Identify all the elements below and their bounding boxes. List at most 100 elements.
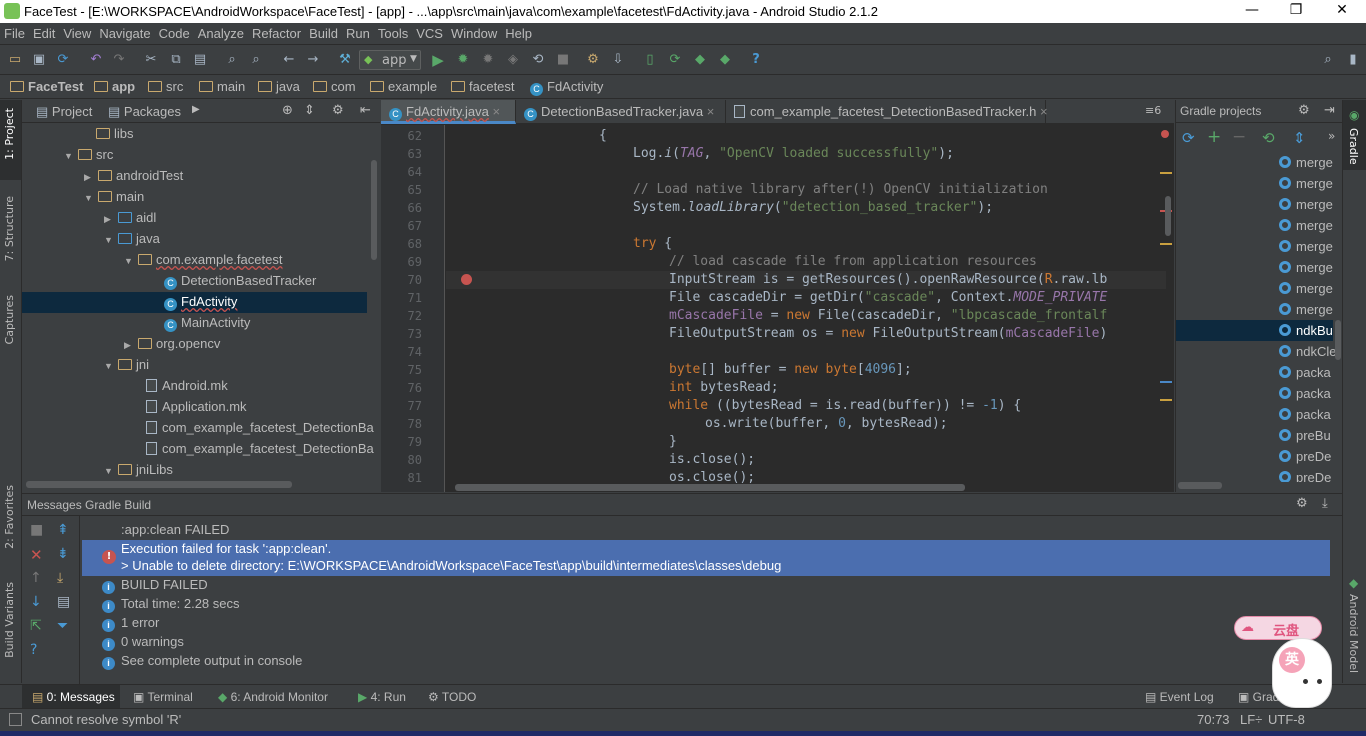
tab-project[interactable]: 1: Project bbox=[3, 108, 16, 160]
error-stripe-icon[interactable] bbox=[1161, 130, 1169, 138]
chevron-right-icon[interactable]: ▶ bbox=[84, 167, 98, 188]
tree-item-main[interactable]: ▼ main bbox=[84, 186, 144, 207]
menu-build[interactable]: Build bbox=[305, 23, 342, 41]
tree-item-jni[interactable]: ▼ jni bbox=[104, 354, 149, 375]
debug-icon[interactable]: ✹ bbox=[455, 52, 471, 68]
warning-marker[interactable] bbox=[1160, 399, 1172, 401]
breadcrumb-facetest[interactable]: FaceTest bbox=[10, 79, 83, 94]
tree-item-fdactivity[interactable]: C FdActivity bbox=[164, 291, 237, 312]
tab-terminal[interactable]: ▣ Terminal bbox=[133, 690, 193, 704]
code-line[interactable]: { bbox=[599, 128, 607, 143]
add-icon[interactable]: + bbox=[1207, 127, 1221, 147]
code-line[interactable]: System.loadLibrary("detection_based_trac… bbox=[633, 200, 993, 215]
project-structure-icon[interactable]: ⚙ bbox=[585, 52, 601, 68]
code-line[interactable]: } bbox=[669, 434, 677, 449]
redo-icon[interactable]: ↷ bbox=[111, 52, 127, 68]
tab-run[interactable]: ▶ 4: Run bbox=[358, 690, 406, 704]
tree-item-aidl[interactable]: ▶ aidl bbox=[104, 207, 156, 228]
tab-project-view[interactable]: ▤ Project bbox=[36, 104, 92, 120]
menu-help[interactable]: Help bbox=[501, 23, 536, 41]
message-row[interactable]: i1 error bbox=[102, 615, 159, 632]
paste-icon[interactable]: ▤ bbox=[192, 52, 208, 68]
code-line[interactable]: byte[] buffer = new byte[4096]; bbox=[669, 362, 912, 377]
stop-icon[interactable]: ■ bbox=[555, 52, 571, 68]
tree-item-androidtest[interactable]: ▶ androidTest bbox=[84, 165, 183, 186]
tree-item-mainactivity[interactable]: C MainActivity bbox=[164, 312, 250, 333]
profile-icon[interactable]: ✹ bbox=[480, 52, 496, 68]
android-sdk-icon[interactable]: ◆ bbox=[717, 52, 733, 68]
forward-icon[interactable]: → bbox=[305, 52, 321, 68]
gradle-task-item[interactable]: preDe bbox=[1279, 467, 1331, 482]
save-icon[interactable]: ▣ bbox=[31, 52, 47, 68]
tree-item-header-file-2[interactable]: com_example_facetest_DetectionBa bbox=[146, 438, 374, 459]
sync-gradle-icon[interactable]: ⟳ bbox=[667, 52, 683, 68]
gradle-task-item[interactable]: merge bbox=[1279, 152, 1333, 173]
code-line[interactable]: FileOutputStream os = new FileOutputStre… bbox=[669, 326, 1107, 341]
cut-icon[interactable]: ✂ bbox=[143, 52, 159, 68]
gradle-task-item[interactable]: merge bbox=[1279, 236, 1333, 257]
menu-file[interactable]: File bbox=[0, 23, 29, 41]
tree-item-jnilibs[interactable]: ▼ jniLibs bbox=[104, 459, 173, 480]
settings-gear-icon[interactable]: ⚙ bbox=[1296, 496, 1308, 511]
down-arrow-icon[interactable]: ↓ bbox=[30, 594, 42, 610]
code-line[interactable]: os.close(); bbox=[669, 470, 755, 485]
gradle-horizontal-scrollbar[interactable] bbox=[1178, 482, 1222, 489]
tab-android-model[interactable]: Android Model bbox=[1347, 594, 1360, 679]
help-icon[interactable]: ? bbox=[30, 642, 37, 658]
message-row[interactable]: i See complete output in console bbox=[102, 653, 302, 670]
tree-item-libs[interactable]: libs bbox=[82, 123, 134, 144]
gradle-task-item[interactable]: packa bbox=[1279, 362, 1331, 383]
tree-item-application-mk[interactable]: Application.mk bbox=[146, 396, 247, 417]
code-line[interactable]: os.write(buffer, 0, bytesRead); bbox=[705, 416, 948, 431]
back-icon[interactable]: ← bbox=[281, 52, 297, 68]
menu-tools[interactable]: Tools bbox=[374, 23, 412, 41]
more-tabs-icon[interactable]: ▶ bbox=[192, 104, 200, 115]
menu-run[interactable]: Run bbox=[342, 23, 374, 41]
tab-android-monitor[interactable]: ◆ 6: Android Monitor bbox=[218, 690, 328, 704]
code-line[interactable]: while ((bytesRead = is.read(buffer)) != … bbox=[669, 398, 1021, 413]
run-config-select[interactable]: ◆ app ▼ bbox=[359, 50, 421, 70]
hide-panel-icon[interactable]: ⇤ bbox=[360, 103, 371, 118]
chevron-right-icon[interactable]: ▶ bbox=[104, 209, 118, 230]
settings-gear-icon[interactable]: ⚙ bbox=[332, 103, 344, 118]
code-line[interactable]: mCascadeFile = new File(cascadeDir, "lbp… bbox=[669, 308, 1107, 323]
cursor-position[interactable]: 70:73 bbox=[1197, 712, 1230, 727]
code-line[interactable]: InputStream is = getResources().openRawR… bbox=[669, 272, 1107, 287]
tab-captures[interactable]: Captures bbox=[3, 295, 16, 344]
split-icon[interactable]: ▮ bbox=[1345, 52, 1361, 68]
open-folder-icon[interactable]: ▭ bbox=[7, 52, 23, 68]
menu-refactor[interactable]: Refactor bbox=[248, 23, 305, 41]
message-row[interactable]: i0 warnings bbox=[102, 634, 184, 651]
filter-icon[interactable]: ⏷ bbox=[57, 618, 68, 634]
menu-navigate[interactable]: Navigate bbox=[95, 23, 154, 41]
chevron-down-icon[interactable]: ▼ bbox=[64, 146, 78, 167]
menu-vcs[interactable]: VCS bbox=[412, 23, 447, 41]
attach-debugger-icon[interactable]: ⟲ bbox=[530, 52, 546, 68]
editor-vertical-scrollbar[interactable] bbox=[1165, 196, 1171, 236]
gradle-vertical-scrollbar[interactable] bbox=[1335, 320, 1341, 360]
code-line[interactable]: Log.i(TAG, "OpenCV loaded successfully")… bbox=[633, 146, 954, 161]
message-row[interactable]: i Total time: 2.28 secs bbox=[102, 596, 240, 613]
tree-item-org-opencv[interactable]: ▶ org.opencv bbox=[124, 333, 220, 354]
tab-messages[interactable]: ▤ 0: Messages bbox=[32, 690, 115, 704]
breadcrumb-example[interactable]: example bbox=[370, 79, 437, 94]
message-row[interactable]: i BUILD FAILED bbox=[102, 577, 208, 594]
toggle-tool-windows-icon[interactable] bbox=[9, 713, 22, 726]
breadcrumb-com[interactable]: com bbox=[313, 79, 356, 94]
project-vertical-scrollbar[interactable] bbox=[371, 160, 377, 260]
message-row[interactable]: :app:clean FAILED bbox=[121, 522, 229, 537]
help-icon[interactable]: ? bbox=[748, 52, 764, 68]
tab-event-log[interactable]: ▤ Event Log bbox=[1145, 690, 1214, 704]
breadcrumb-src[interactable]: src bbox=[148, 79, 183, 94]
message-row-error[interactable]: Execution failed for task ':app:clean'. bbox=[121, 541, 331, 556]
breadcrumb-app[interactable]: app bbox=[94, 79, 135, 94]
run-icon[interactable]: ▶ bbox=[430, 52, 446, 68]
code-line[interactable]: try { bbox=[633, 236, 672, 251]
tree-item-detectionbasedtracker[interactable]: C DetectionBasedTracker bbox=[164, 270, 316, 291]
settings-gear-icon[interactable]: ⚙ bbox=[1298, 103, 1310, 118]
minimize-button[interactable]: — bbox=[1237, 2, 1267, 20]
code-line[interactable]: is.close(); bbox=[669, 452, 755, 467]
collapse-icon[interactable]: ⇟ bbox=[57, 546, 69, 562]
gradle-task-item[interactable]: preBu bbox=[1279, 425, 1331, 446]
chevron-down-icon[interactable]: ▼ bbox=[84, 188, 98, 209]
